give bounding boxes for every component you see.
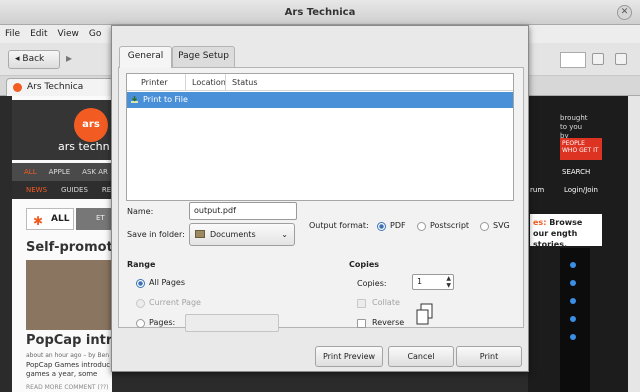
format-svg-label[interactable]: SVG	[493, 221, 510, 230]
back-button[interactable]: ◂ Back	[8, 50, 60, 69]
search-label[interactable]: SEARCH	[562, 168, 590, 176]
article-snippet: PopCap Games introduc games a year, some…	[26, 361, 111, 378]
format-pdf-radio[interactable]	[377, 222, 386, 231]
article-meta: about an hour ago – by Ben	[26, 352, 110, 359]
range-all-pages-radio[interactable]	[136, 279, 145, 288]
menu-edit[interactable]: Edit	[25, 25, 52, 43]
filter-all-label: ALL	[51, 214, 70, 224]
range-all-pages-label[interactable]: All Pages	[149, 278, 185, 287]
print-button[interactable]: Print	[456, 346, 522, 367]
window-title: Ars Technica	[284, 7, 356, 18]
promo-highlight: es:	[533, 218, 547, 227]
format-pdf-label[interactable]: PDF	[390, 221, 406, 230]
printer-list-header: Printer Location Status	[127, 74, 513, 91]
print-dialog: General Page Setup Printer Location Stat…	[111, 25, 529, 372]
filter-other-button[interactable]: ET	[76, 208, 112, 230]
column-location[interactable]: Location	[185, 74, 226, 90]
chevron-down-icon: ⌄	[281, 230, 288, 239]
column-status[interactable]: Status	[225, 74, 258, 90]
category-apple[interactable]: APPLE	[49, 168, 71, 176]
range-pages-radio[interactable]	[136, 319, 145, 328]
window-titlebar: Ars Technica ✕	[0, 0, 640, 25]
save-folder-combo[interactable]: Documents ⌄	[189, 223, 295, 246]
format-svg-radio[interactable]	[480, 222, 489, 231]
printer-row-print-to-file[interactable]: Print to File	[127, 92, 513, 108]
cancel-button[interactable]: Cancel	[388, 346, 454, 367]
url-bar[interactable]	[560, 52, 586, 68]
star-icon: ✱	[33, 214, 44, 228]
column-printer[interactable]: Printer	[135, 74, 168, 90]
filter-other-label: ET	[96, 214, 105, 222]
reverse-label[interactable]: Reverse	[372, 318, 404, 327]
range-current-page-label[interactable]: Current Page	[149, 298, 201, 307]
save-folder-value: Documents	[210, 230, 256, 239]
category-all[interactable]: ALL	[24, 168, 37, 176]
category-bar: ALL APPLE ASK AR	[12, 163, 112, 181]
format-postscript-label[interactable]: Postscript	[430, 221, 469, 230]
window-close-icon[interactable]: ✕	[617, 5, 632, 20]
range-pages-label[interactable]: Pages:	[149, 318, 175, 327]
menu-file[interactable]: File	[0, 25, 25, 43]
ars-favicon-icon	[13, 83, 22, 92]
general-tab-panel: Printer Location Status Print to File Na…	[118, 67, 524, 332]
collate-label[interactable]: Collate	[372, 298, 400, 307]
browser-tab-label: Ars Technica	[27, 82, 84, 92]
copies-stepper[interactable]: 1 ▲ ▼	[412, 274, 454, 290]
range-title: Range	[127, 260, 156, 269]
sponsor-badge[interactable]: PEOPLE WHO GET IT	[560, 138, 602, 160]
folder-icon	[195, 230, 205, 238]
page-scrollbar[interactable]	[628, 96, 640, 392]
print-preview-button[interactable]: Print Preview	[315, 346, 383, 367]
name-label: Name:	[127, 207, 154, 216]
output-format-label: Output format:	[309, 221, 369, 230]
copies-value: 1	[417, 277, 423, 286]
format-postscript-radio[interactable]	[417, 222, 426, 231]
menu-icon[interactable]	[615, 53, 627, 65]
category-ask[interactable]: ASK AR	[82, 168, 108, 176]
copies-title: Copies	[349, 260, 380, 269]
save-folder-label: Save in folder:	[127, 230, 185, 239]
back-label: Back	[22, 54, 45, 64]
collate-checkbox[interactable]	[357, 299, 366, 308]
name-field[interactable]: output.pdf	[189, 202, 297, 220]
chevron-down-icon[interactable]: ▼	[446, 283, 451, 289]
print-to-file-icon	[131, 96, 138, 103]
article-read-more[interactable]: READ MORE COMMENT (??)	[26, 384, 109, 391]
menu-view[interactable]: View	[53, 25, 84, 43]
bookmark-icon[interactable]	[592, 53, 604, 65]
tab-general[interactable]: General	[119, 46, 172, 68]
range-pages-field[interactable]	[185, 314, 279, 332]
ars-logo-text: ars techn	[58, 140, 110, 153]
ars-logo-badge: ars	[74, 108, 108, 142]
filter-all-button[interactable]: ✱ ALL	[26, 208, 74, 230]
section-guides[interactable]: GUIDES	[61, 186, 88, 194]
collate-pages-icon	[416, 303, 433, 325]
printer-list[interactable]: Printer Location Status Print to File	[126, 73, 514, 201]
forward-arrow-icon[interactable]: ▸	[66, 51, 72, 65]
section-bar: NEWS GUIDES REV	[12, 181, 116, 199]
forum-link[interactable]: rum	[530, 186, 544, 194]
server-tower-image	[560, 248, 590, 392]
browser-tab-ars-technica[interactable]: Ars Technica	[6, 78, 118, 96]
copies-label: Copies:	[357, 279, 387, 288]
sponsor-text: brought to you by	[560, 114, 588, 140]
range-current-page-radio[interactable]	[136, 299, 145, 308]
printer-name: Print to File	[143, 95, 188, 104]
ars-logo[interactable]: ars ars techn	[12, 100, 112, 160]
menu-go[interactable]: Go	[84, 25, 106, 43]
tab-page-setup[interactable]: Page Setup	[172, 46, 235, 67]
article-photo[interactable]	[26, 260, 112, 330]
section-news[interactable]: NEWS	[26, 186, 47, 194]
promo-box[interactable]: es: Browse our ength stories.	[530, 214, 602, 249]
login-link[interactable]: Login/Join	[564, 186, 598, 194]
reverse-checkbox[interactable]	[357, 319, 366, 328]
back-arrow-icon: ◂	[15, 54, 20, 64]
